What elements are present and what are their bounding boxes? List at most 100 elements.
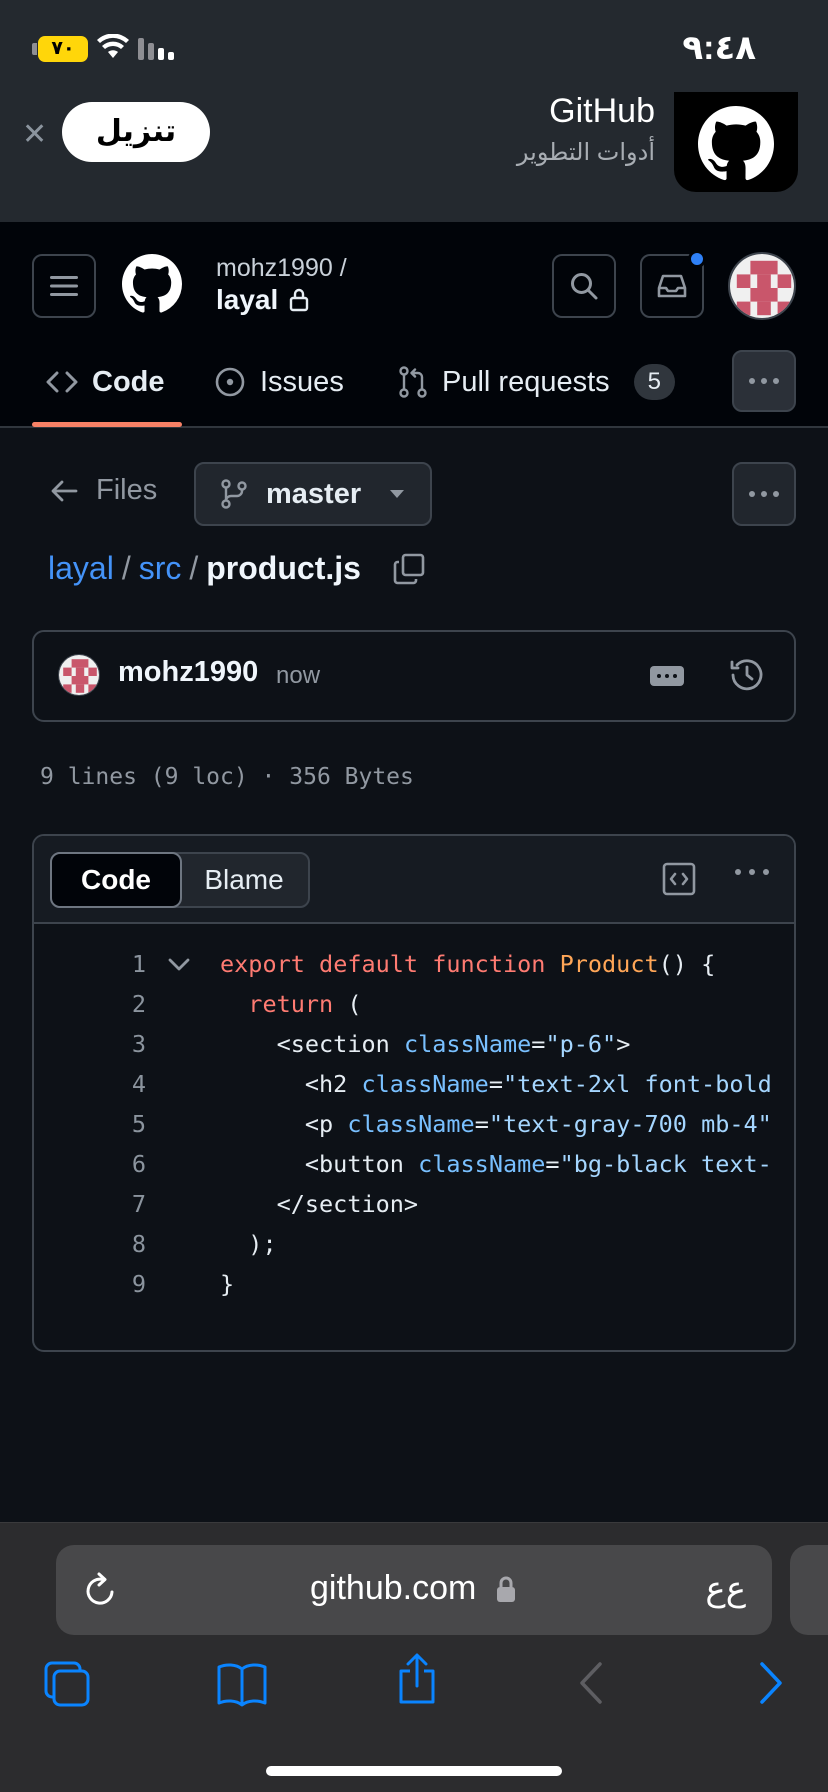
code-line: 8 ); [34,1224,794,1264]
code-viewer: Code Blame 1 export default function Prod… [32,834,796,1352]
more-tabs-button[interactable] [732,350,796,412]
text-size-button[interactable]: ع‌ع [705,1569,746,1609]
tab-issues-label: Issues [260,365,344,398]
lock-icon [497,1576,515,1602]
latest-commit-box: mohz1990 now [32,630,796,722]
code-token: default [319,950,433,978]
banner-app-name: GitHub [549,92,655,130]
code-viewer-header: Code Blame [34,836,794,924]
code-token: <h2 [220,1070,362,1098]
address-bar[interactable]: github.com ع‌ع [56,1545,772,1635]
line-number[interactable]: 6 [132,1144,146,1184]
files-back-button[interactable]: Files [50,474,157,507]
active-tab-underline [32,422,182,427]
battery-nub [32,43,37,55]
file-meta: 9 lines (9 loc) · 356 Bytes [40,764,414,790]
code-line: 6 <button className="bg-black text- [34,1144,794,1184]
code-token: "bg-black text- [559,1150,772,1178]
code-token: = [488,1070,503,1098]
forward-icon[interactable] [756,1661,784,1705]
status-time: ٩:٤٨ [682,29,756,67]
file-more-button[interactable] [732,462,796,526]
url-text: github.com [310,1569,477,1607]
line-code: <h2 className="text-2xl font-bold [220,1064,772,1104]
copy-path-icon[interactable] [392,552,426,586]
tabs-icon[interactable] [44,1661,92,1709]
kebab-horizontal-icon[interactable] [734,868,770,876]
code-token: function [432,950,560,978]
branch-selector[interactable]: master [194,462,432,526]
identicon-avatar-icon [59,655,99,695]
blame-mode-button[interactable]: Blame [180,854,308,906]
code-mode-button[interactable]: Code [50,852,182,908]
code-line: 1 export default function Product() { [34,944,794,984]
github-app-icon[interactable] [674,92,798,192]
reload-icon[interactable] [82,1571,118,1609]
tab-pull-requests[interactable]: Pull requests 5 [398,352,676,412]
code-token: className [403,1030,532,1058]
code-line: 4 <h2 className="text-2xl font-bold [34,1064,794,1104]
code-token: <p [220,1110,348,1138]
tab-issues[interactable]: Issues [214,352,344,412]
user-avatar[interactable] [728,252,796,320]
line-code: } [220,1264,234,1304]
breadcrumb: layal / src / product.js [48,550,361,587]
download-button[interactable]: تنزيل [62,102,210,162]
line-number[interactable]: 1 [132,944,146,984]
menu-button[interactable] [32,254,96,318]
pull-request-count-badge: 5 [633,364,676,400]
line-number[interactable]: 5 [132,1104,146,1144]
line-number[interactable]: 2 [132,984,146,1024]
search-button[interactable] [552,254,616,318]
notification-dot [688,250,706,268]
tab-code-label: Code [92,365,165,398]
breadcrumb-file-name: product.js [206,550,361,586]
line-number[interactable]: 8 [132,1224,146,1264]
safari-toolbar: github.com ع‌ع [0,1522,828,1792]
breadcrumb-folder-link[interactable]: src [139,550,182,587]
line-code: ); [220,1224,276,1264]
code-token: <button [220,1150,419,1178]
banner-close-button[interactable]: ✕ [22,120,47,150]
repo-owner-link[interactable]: mohz1990 / [216,254,347,283]
share-icon[interactable] [396,1653,438,1705]
triangle-down-icon [390,490,405,498]
github-header: mohz1990 / layal Code Issues Pull reques… [0,222,828,428]
repo-name-link[interactable]: layal [216,284,278,316]
code-line: 9} [34,1264,794,1304]
smart-app-banner: ٧٠ ٩:٤٨ ✕ تنزيل GitHub أدوات التطوير [0,0,828,222]
bookmarks-icon[interactable] [216,1661,268,1707]
commit-author-avatar[interactable] [58,654,100,696]
git-pull-request-icon [399,366,427,398]
line-number[interactable]: 3 [132,1024,146,1064]
code-icon [46,371,78,393]
tab-pull-requests-label: Pull requests [442,365,610,398]
history-icon[interactable] [728,656,766,694]
line-number[interactable]: 7 [132,1184,146,1224]
code-line: 2 return ( [34,984,794,1024]
back-icon[interactable] [578,1661,606,1705]
line-code: <p className="text-gray-700 mb-4" [220,1104,772,1144]
code-token: "text-2xl font-bold [502,1070,772,1098]
code-lines: 1 export default function Product() {2 re… [34,944,794,1304]
next-tab-address-bar[interactable] [790,1545,828,1635]
home-indicator [266,1766,562,1776]
commit-author-link[interactable]: mohz1990 [118,656,258,689]
code-square-icon[interactable] [662,862,696,896]
github-logo-icon[interactable] [122,254,182,314]
tab-code[interactable]: Code [46,352,165,412]
line-code: </section> [220,1184,419,1224]
code-line: 3 <section className="p-6"> [34,1024,794,1064]
code-token: className [418,1150,546,1178]
line-number[interactable]: 4 [132,1064,146,1104]
code-token: = [545,1150,560,1178]
kebab-horizontal-icon [749,378,779,384]
breadcrumb-repo-link[interactable]: layal [48,550,114,587]
identicon-avatar-icon [730,254,794,318]
code-token: () { [658,950,716,978]
fold-chevron-icon[interactable] [168,958,190,972]
line-number[interactable]: 9 [132,1264,146,1304]
view-mode-toggle: Code Blame [50,852,310,908]
commit-message-expand-button[interactable] [650,666,684,686]
banner-app-subtitle: أدوات التطوير [516,139,655,166]
